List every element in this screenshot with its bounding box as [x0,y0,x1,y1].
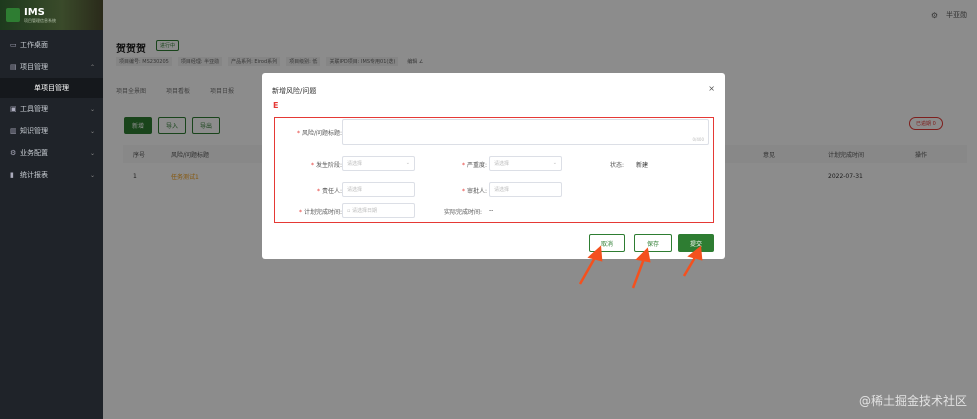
chevron-down-icon: ⌄ [89,127,95,135]
chevron-down-icon: ⌄ [89,171,95,179]
sidebar-item-label: 业务配置 [20,149,48,157]
stage-select[interactable]: 请选择 ⌄ [342,156,415,171]
sidebar-item-desktop[interactable]: ▭ 工作桌面 [0,34,103,56]
toolbox-icon: ▣ [10,105,17,113]
annotation-mark: E [273,101,279,110]
reviewer-label: * 审批人: [461,188,487,195]
submit-button[interactable]: 提交 [678,234,714,252]
sidebar-item-label: 统计报表 [20,171,48,179]
owner-label: * 责任人: [316,188,342,195]
sidebar-item-single-project[interactable]: 单项目管理 [0,78,103,98]
severity-select[interactable]: 请选择 ⌄ [489,156,562,171]
severity-label: * 严重度: [461,162,487,169]
sidebar-item-label: 工具管理 [20,105,48,113]
actual-date-label: 实际完成时间: [443,209,482,216]
logo-title: IMS [24,6,45,18]
sidebar: IMS 项目管理信息系统 ▭ 工作桌面 ▤ 项目管理 ⌃ 单项目管理 ▣ 工具管… [0,0,103,419]
actual-date-value: -- [489,207,494,214]
chevron-down-icon: ⌄ [552,160,557,166]
sidebar-item-project-management[interactable]: ▤ 项目管理 ⌃ [0,56,103,78]
save-button[interactable]: 保存 [634,234,672,252]
close-icon[interactable]: × [708,84,715,93]
reviewer-select[interactable]: 请选择 [489,182,562,197]
chart-icon: ▮ [10,171,14,179]
plan-date-label: * 计划完成时间: [298,209,342,216]
dialog-title: 新增风险/问题 [272,87,317,95]
app-logo: IMS 项目管理信息系统 [0,0,103,30]
cancel-button[interactable]: 取消 [589,234,625,252]
chevron-down-icon: ⌄ [405,160,410,166]
title-label: * 风险/问题标题: [296,130,342,137]
char-counter: 0/400 [692,137,704,142]
chevron-down-icon: ⌄ [89,149,95,157]
folder-icon: ▤ [10,63,17,71]
book-icon: ▥ [10,127,17,135]
logo-subtitle: 项目管理信息系统 [24,17,56,23]
title-textarea[interactable]: 0/400 [342,119,709,145]
state-value: 新建 [636,162,649,169]
add-risk-dialog: 新增风险/问题 × E * 风险/问题标题: 0/400 * 发生阶段: 请选择 ⌄ … [262,73,725,259]
chevron-down-icon: ⌄ [89,105,95,113]
state-label: 状态: [609,162,624,169]
gear-icon: ⚙ [10,149,17,157]
sidebar-item-business-config[interactable]: ⚙ 业务配置 ⌄ [0,142,103,164]
sidebar-item-reports[interactable]: ▮ 统计报表 ⌄ [0,164,103,186]
sidebar-item-tool-management[interactable]: ▣ 工具管理 ⌄ [0,98,103,120]
owner-select[interactable]: 请选择 [342,182,415,197]
logo-mark-icon [6,8,20,22]
chevron-up-icon: ⌃ [89,63,95,71]
watermark: @稀土掘金技术社区 [858,394,967,408]
stage-label: * 发生阶段: [310,162,342,169]
plan-date-picker[interactable]: ▫ 请选择日期 [342,203,415,218]
sidebar-item-label: 工作桌面 [20,41,48,49]
sidebar-item-knowledge[interactable]: ▥ 知识管理 ⌄ [0,120,103,142]
sidebar-item-label: 知识管理 [20,127,48,135]
desktop-icon: ▭ [10,41,17,49]
sidebar-item-label: 项目管理 [20,63,48,71]
